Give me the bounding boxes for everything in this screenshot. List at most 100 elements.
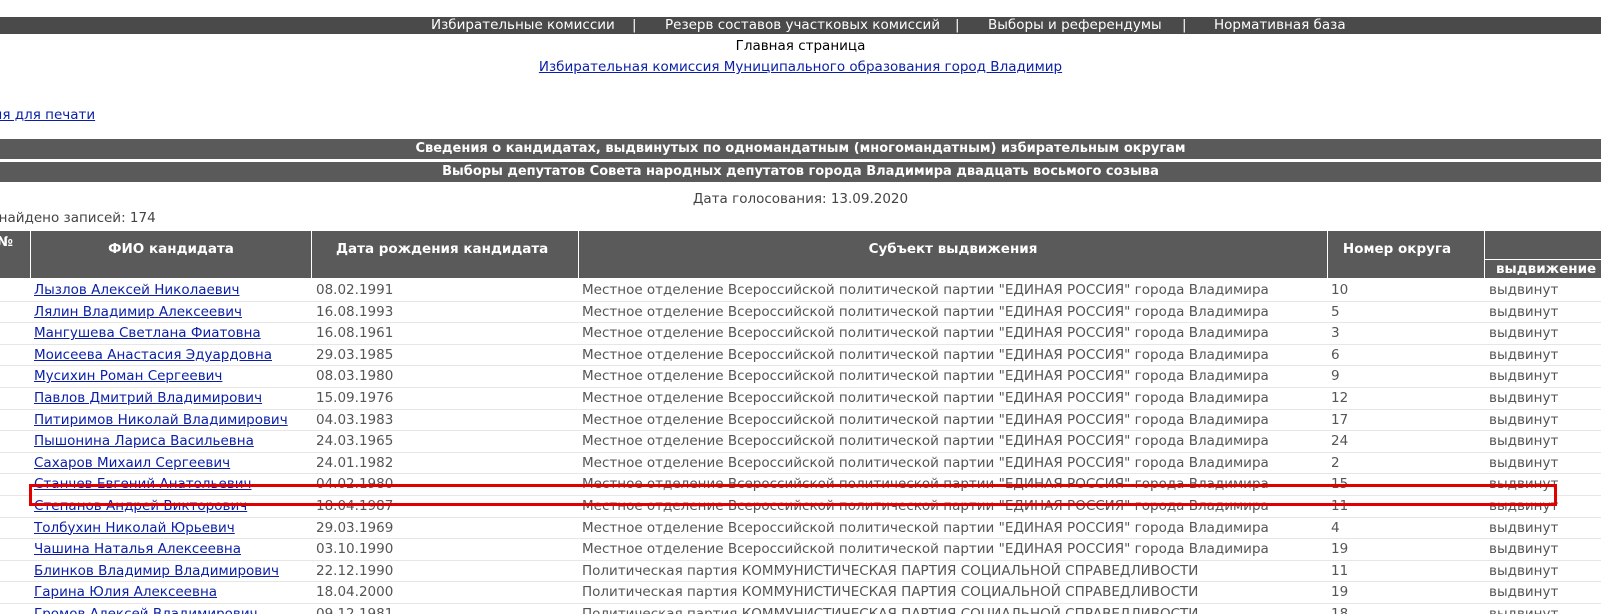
birth-date: 18.04.2000 [316,584,394,601]
nav-item-reserve-commissions[interactable]: Резерв составов участковых комиссий [665,17,940,34]
nomination-status: выдвинут [1489,389,1559,406]
column-divider [1484,231,1485,278]
candidate-name-link[interactable]: Лызлов Алексей Николаевич [34,280,240,300]
birth-date: 24.01.1982 [316,454,394,471]
birth-date: 08.02.1991 [316,282,394,298]
breadcrumb-main-page: Главная страница [735,38,866,54]
table-row: Павлов Дмитрий Владимирович 15.09.1976 М… [0,388,1601,410]
commission-link[interactable]: Избирательная комиссия Муниципального об… [539,59,1062,75]
table-row: Блинков Владимир Владимирович 22.12.1990… [0,561,1601,583]
nomination-status: выдвинут [1489,584,1559,601]
candidate-name-link[interactable]: Толбухин Николай Юрьевич [34,518,235,538]
column-header-party[interactable]: Субъект выдвижения [579,231,1327,278]
nomination-status: выдвинут [1489,454,1559,471]
candidate-name-link[interactable]: Питиримов Николай Владимирович [34,410,288,430]
column-header-number[interactable]: № [0,231,20,278]
table-row-highlighted: Степанов Андрей Викторович 18.04.1987 Ме… [0,496,1601,518]
nomination-status: выдвинут [1489,346,1559,363]
nominating-party: Местное отделение Всероссийской политиче… [582,282,1269,298]
column-header-nomination[interactable]: выдвижение [1486,261,1596,278]
top-navigation-bar: Избирательные комиссии | Резерв составов… [0,17,1601,34]
district-number: 3 [1331,325,1340,342]
candidate-name-link[interactable]: Павлов Дмитрий Владимирович [34,388,262,408]
district-number: 6 [1331,346,1340,363]
district-number: 19 [1331,541,1349,558]
candidate-name-link[interactable]: Мангушева Светлана Фиатовна [34,323,261,343]
table-row: Станчев Евгений Анатольевич 04.02.1980 М… [0,474,1601,496]
candidate-name-link[interactable]: Громов Алексей Владимирович [34,604,258,614]
district-number: 15 [1331,476,1349,493]
candidate-name-link[interactable]: Гарина Юлия Алексеевна [34,582,217,602]
nomination-status: выдвинут [1489,519,1559,536]
birth-date: 29.03.1969 [316,519,394,536]
district-number: 18 [1331,605,1349,614]
table-row: Лялин Владимир Алексеевич 16.08.1993 Мес… [0,302,1601,324]
birth-date: 15.09.1976 [316,389,394,406]
birth-date: 24.03.1965 [316,433,394,450]
candidate-name-link[interactable]: Чашина Наталья Алексеевна [34,539,241,559]
records-count: Всего найдено записей: 174 [0,210,156,226]
nav-item-elections-referendums[interactable]: Выборы и референдумы [988,17,1162,34]
commission-link-row: Избирательная комиссия Муниципального об… [0,59,1601,75]
birth-date: 16.08.1993 [316,303,394,320]
candidates-table-body: Лызлов Алексей Николаевич 08.02.1991 Мес… [0,280,1601,614]
nominating-party: Местное отделение Всероссийской политиче… [582,411,1269,428]
district-number: 11 [1331,497,1349,514]
nomination-status: выдвинут [1489,562,1559,579]
district-number: 4 [1331,519,1340,536]
nominating-party: Местное отделение Всероссийской политиче… [582,325,1269,342]
candidates-info-banner: Сведения о кандидатах, выдвинутых по одн… [0,139,1601,159]
table-header: № ФИО кандидата Дата рождения кандидата … [0,231,1601,278]
birth-date: 09.12.1981 [316,605,394,614]
vote-date: Дата голосования: 13.09.2020 [692,191,909,207]
candidate-name-link[interactable]: Блинков Владимир Владимирович [34,561,279,581]
column-header-dob[interactable]: Дата рождения кандидата [312,231,556,278]
column-header-district[interactable]: Номер округа [1328,231,1466,278]
candidate-name-link[interactable]: Мусихин Роман Сергеевич [34,366,222,386]
nomination-status: выдвинут [1489,605,1559,614]
table-row: Сахаров Михаил Сергеевич 24.01.1982 Мест… [0,453,1601,475]
nomination-status: выдвинут [1489,497,1559,514]
table-row: Пышонина Лариса Васильевна 24.03.1965 Ме… [0,431,1601,453]
birth-date: 04.02.1980 [316,476,394,493]
table-row: Питиримов Николай Владимирович 04.03.198… [0,410,1601,432]
district-number: 24 [1331,433,1349,450]
district-number: 2 [1331,454,1340,471]
nav-item-election-commissions[interactable]: Избирательные комиссии [431,17,615,34]
district-number: 17 [1331,411,1349,428]
district-number: 9 [1331,368,1340,385]
birth-date: 22.12.1990 [316,562,394,579]
nominating-party: Местное отделение Всероссийской политиче… [582,497,1269,514]
nomination-status: выдвинут [1489,303,1559,320]
nominating-party: Местное отделение Всероссийской политиче… [582,433,1269,450]
election-title-banner: Выборы депутатов Совета народных депутат… [0,162,1601,182]
table-row: Толбухин Николай Юрьевич 29.03.1969 Мест… [0,518,1601,540]
nominating-party: Местное отделение Всероссийской политиче… [582,541,1269,558]
candidate-name-link[interactable]: Лялин Владимир Алексеевич [34,302,242,322]
nominating-party: Местное отделение Всероссийской политиче… [582,368,1269,385]
candidate-name-link[interactable]: Сахаров Михаил Сергеевич [34,453,230,473]
table-row: Лызлов Алексей Николаевич 08.02.1991 Мес… [0,280,1601,302]
candidate-name-link[interactable]: Степанов Андрей Викторович [34,496,247,516]
candidate-name-link[interactable]: Станчев Евгений Анатольевич [34,474,252,494]
candidate-name-link[interactable]: Моисеева Анастасия Эдуардовна [34,345,272,365]
nav-separator: | [1182,17,1187,33]
nomination-status: выдвинут [1489,282,1559,298]
birth-date: 16.08.1961 [316,325,394,342]
candidate-name-link[interactable]: Пышонина Лариса Васильевна [34,431,254,451]
nominating-party: Местное отделение Всероссийской политиче… [582,303,1269,320]
nominating-party: Местное отделение Всероссийской политиче… [582,389,1269,406]
column-header-name[interactable]: ФИО кандидата [31,231,311,278]
nomination-status: выдвинут [1489,411,1559,428]
nomination-status: выдвинут [1489,433,1559,450]
nomination-status: выдвинут [1489,368,1559,385]
print-version-link[interactable]: Версия для печати [0,107,95,123]
birth-date: 03.10.1990 [316,541,394,558]
nav-item-regulatory-base[interactable]: Нормативная база [1214,17,1346,34]
nomination-status: выдвинут [1489,325,1559,342]
birth-date: 29.03.1985 [316,346,394,363]
birth-date: 04.03.1983 [316,411,394,428]
table-row: Мангушева Светлана Фиатовна 16.08.1961 М… [0,323,1601,345]
nominating-party: Местное отделение Всероссийской политиче… [582,476,1269,493]
nomination-status: выдвинут [1489,476,1559,493]
